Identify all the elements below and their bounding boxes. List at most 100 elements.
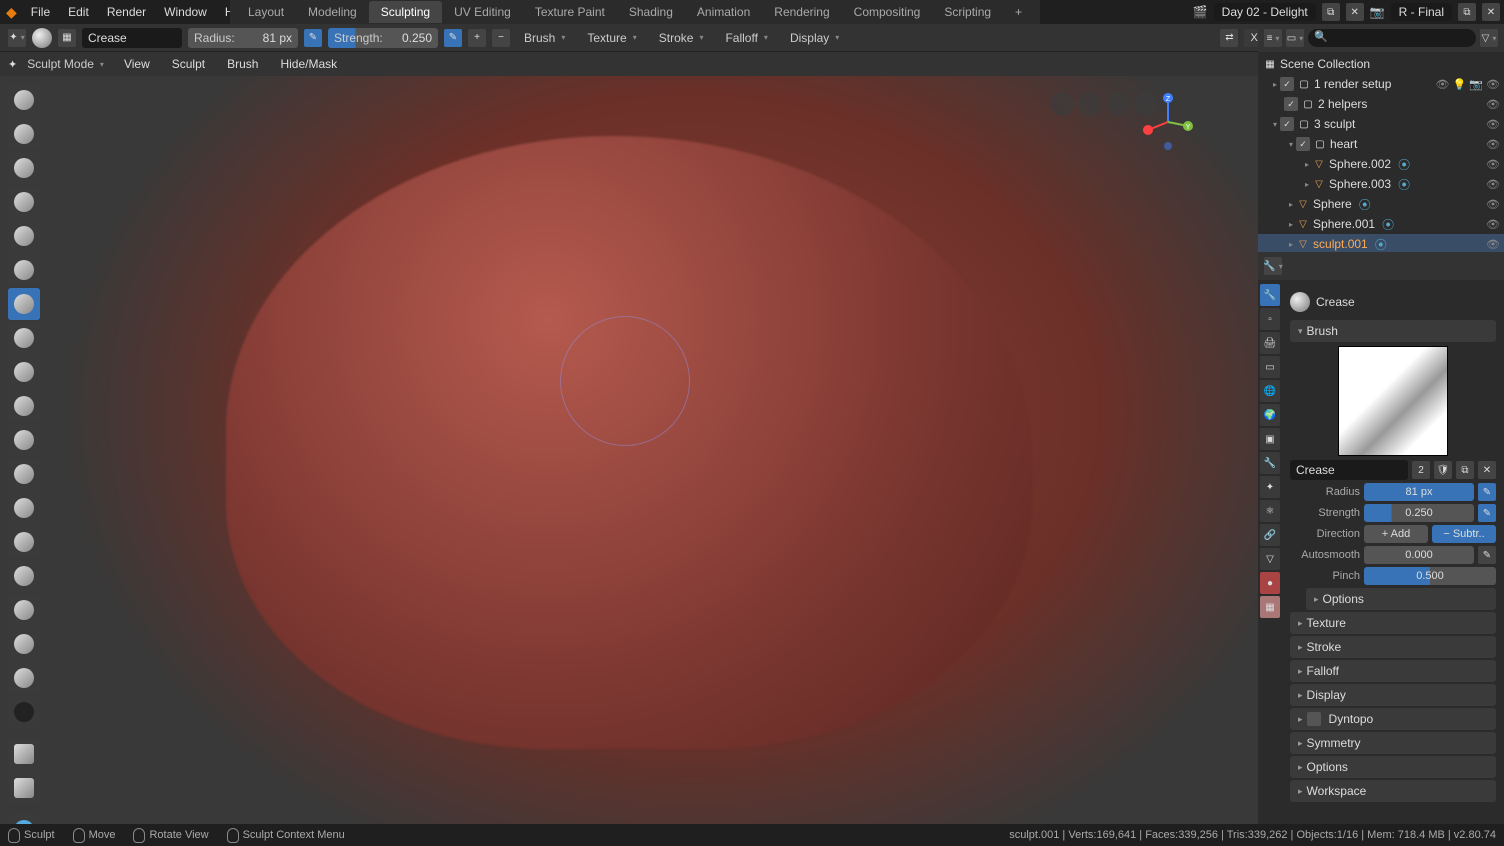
stroke-dropdown[interactable]: Stroke: [651, 29, 712, 47]
radius-field[interactable]: Radius:81 px: [188, 28, 298, 48]
tool-claystrips[interactable]: [8, 152, 40, 184]
menu-file[interactable]: File: [23, 1, 58, 23]
ptab-scene[interactable]: 🌐: [1260, 380, 1280, 402]
display-dropdown[interactable]: Display: [782, 29, 847, 47]
brush-panel-header[interactable]: Brush: [1290, 320, 1496, 342]
camera-button[interactable]: [1050, 92, 1074, 116]
radius-pressure-button[interactable]: ✎: [304, 29, 322, 47]
falloff-dropdown[interactable]: Falloff: [717, 29, 775, 47]
outliner[interactable]: ▦ Scene Collection ▸ ✓▢ 1 render setup 👁…: [1258, 52, 1504, 252]
ptab-object[interactable]: ▣: [1260, 428, 1280, 450]
outliner-object-sphere001[interactable]: ▸ ▽ Sphere.001 ⦿ 👁: [1258, 214, 1504, 234]
pivot-icon[interactable]: ✦: [8, 58, 17, 71]
tab-uvediting[interactable]: UV Editing: [442, 1, 523, 23]
ptab-tool[interactable]: 🔧: [1260, 284, 1280, 306]
tool-blob[interactable]: [8, 254, 40, 286]
sculpt-menu[interactable]: Sculpt: [162, 54, 215, 74]
panel-texture[interactable]: Texture: [1290, 612, 1496, 634]
mode-dropdown[interactable]: Sculpt Mode: [19, 55, 112, 73]
tool-nudge[interactable]: [8, 594, 40, 626]
visibility-icon[interactable]: 👁: [1486, 98, 1500, 111]
visibility-icon[interactable]: 👁: [1486, 158, 1500, 171]
add-workspace-button[interactable]: +: [1003, 1, 1034, 23]
scene-close-button[interactable]: ✕: [1346, 3, 1364, 21]
panel-symmetry[interactable]: Symmetry: [1290, 732, 1496, 754]
ptab-world[interactable]: 🌍: [1260, 404, 1280, 426]
strength-slider[interactable]: 0.250: [1364, 504, 1474, 522]
tab-layout[interactable]: Layout: [236, 1, 296, 23]
tool-thumb[interactable]: [8, 560, 40, 592]
scene-copy-button[interactable]: ⧉: [1322, 3, 1340, 21]
ptab-particle[interactable]: ✦: [1260, 476, 1280, 498]
orientation-gizmo[interactable]: Z Y: [1138, 92, 1198, 152]
visibility-icon[interactable]: 👁: [1486, 198, 1500, 211]
tab-modeling[interactable]: Modeling: [296, 1, 369, 23]
subpanel-options[interactable]: Options: [1306, 588, 1496, 610]
perspective-button[interactable]: [1078, 92, 1102, 116]
tool-rotate[interactable]: [8, 628, 40, 660]
view-menu[interactable]: View: [114, 54, 160, 74]
menu-edit[interactable]: Edit: [60, 1, 97, 23]
radius-pressure-toggle[interactable]: ✎: [1478, 483, 1496, 501]
brush-users-button[interactable]: 2: [1412, 461, 1430, 479]
menu-render[interactable]: Render: [99, 1, 154, 23]
direction-add-toggle[interactable]: + Add: [1364, 525, 1428, 543]
visibility-icon[interactable]: 👁: [1486, 178, 1500, 191]
tool-snakehook[interactable]: [8, 526, 40, 558]
brush-new-button[interactable]: ⧉: [1456, 461, 1474, 479]
tool-crease[interactable]: [8, 288, 40, 320]
panel-stroke[interactable]: Stroke: [1290, 636, 1496, 658]
ptab-modifier[interactable]: 🔧: [1260, 452, 1280, 474]
menu-window[interactable]: Window: [156, 1, 215, 23]
brush-browse-button[interactable]: ▦: [58, 29, 76, 47]
tab-sculpting[interactable]: Sculpting: [369, 1, 442, 23]
ptab-render[interactable]: ▫: [1260, 308, 1280, 330]
tool-inflate[interactable]: [8, 220, 40, 252]
strength-pressure-toggle[interactable]: ✎: [1478, 504, 1496, 522]
tool-boxmask[interactable]: [8, 738, 40, 770]
editor-type-button[interactable]: ✦: [8, 29, 26, 47]
autosmooth-pressure-toggle[interactable]: ✎: [1478, 546, 1496, 564]
panel-options2[interactable]: Options: [1290, 756, 1496, 778]
tool-scrape[interactable]: [8, 424, 40, 456]
outliner-editor-type[interactable]: ≡: [1264, 29, 1282, 47]
restrict-icons[interactable]: 👁 💡 📷 👁: [1436, 78, 1501, 91]
tab-scripting[interactable]: Scripting: [932, 1, 1003, 23]
strength-pressure-button[interactable]: ✎: [444, 29, 462, 47]
viewlayer-copy-button[interactable]: ⧉: [1458, 3, 1476, 21]
outliner-collection-heart[interactable]: ▾ ✓▢ heart 👁: [1258, 134, 1504, 154]
ptab-constraint[interactable]: 🔗: [1260, 524, 1280, 546]
direction-subtract-toggle[interactable]: − Subtr..: [1432, 525, 1496, 543]
direction-add-button[interactable]: +: [468, 29, 486, 47]
visibility-icon[interactable]: 👁: [1486, 218, 1500, 231]
outliner-collection-1[interactable]: ▸ ✓▢ 1 render setup 👁 💡 📷 👁: [1258, 74, 1504, 94]
ptab-viewlayer[interactable]: ▭: [1260, 356, 1280, 378]
pinch-slider[interactable]: 0.500: [1364, 567, 1496, 585]
outliner-object-sphere003[interactable]: ▸ ▽ Sphere.003 ⦿ 👁: [1258, 174, 1504, 194]
tab-rendering[interactable]: Rendering: [762, 1, 841, 23]
properties-editor-type[interactable]: 🔧: [1264, 257, 1282, 275]
tab-animation[interactable]: Animation: [685, 1, 762, 23]
panel-display[interactable]: Display: [1290, 684, 1496, 706]
tab-compositing[interactable]: Compositing: [842, 1, 933, 23]
tool-pinch[interactable]: [8, 458, 40, 490]
matcap-icon[interactable]: [32, 28, 52, 48]
panel-falloff[interactable]: Falloff: [1290, 660, 1496, 682]
viewport[interactable]: Z Y: [0, 76, 1258, 824]
brush-id-field[interactable]: Crease: [1290, 460, 1408, 480]
strength-field[interactable]: Strength:0.250: [328, 28, 438, 48]
visibility-icon[interactable]: 👁: [1486, 118, 1500, 131]
outliner-filter-button[interactable]: ▽: [1480, 29, 1498, 47]
viewlayer-dropdown[interactable]: R - Final: [1391, 3, 1452, 21]
tool-draw[interactable]: [8, 84, 40, 116]
outliner-object-sphere002[interactable]: ▸ ▽ Sphere.002 ⦿ 👁: [1258, 154, 1504, 174]
outliner-collection-2[interactable]: ✓▢ 2 helpers 👁: [1258, 94, 1504, 114]
viewlayer-close-button[interactable]: ✕: [1482, 3, 1500, 21]
panel-dyntopo[interactable]: Dyntopo: [1290, 708, 1496, 730]
brush-unlink-button[interactable]: ✕: [1478, 461, 1496, 479]
brush-fake-button[interactable]: 🛡: [1434, 461, 1452, 479]
brush-preview[interactable]: [1338, 346, 1448, 456]
brush-name-field[interactable]: Crease: [82, 28, 182, 48]
hidemask-menu[interactable]: Hide/Mask: [270, 54, 347, 74]
tool-fill[interactable]: [8, 390, 40, 422]
